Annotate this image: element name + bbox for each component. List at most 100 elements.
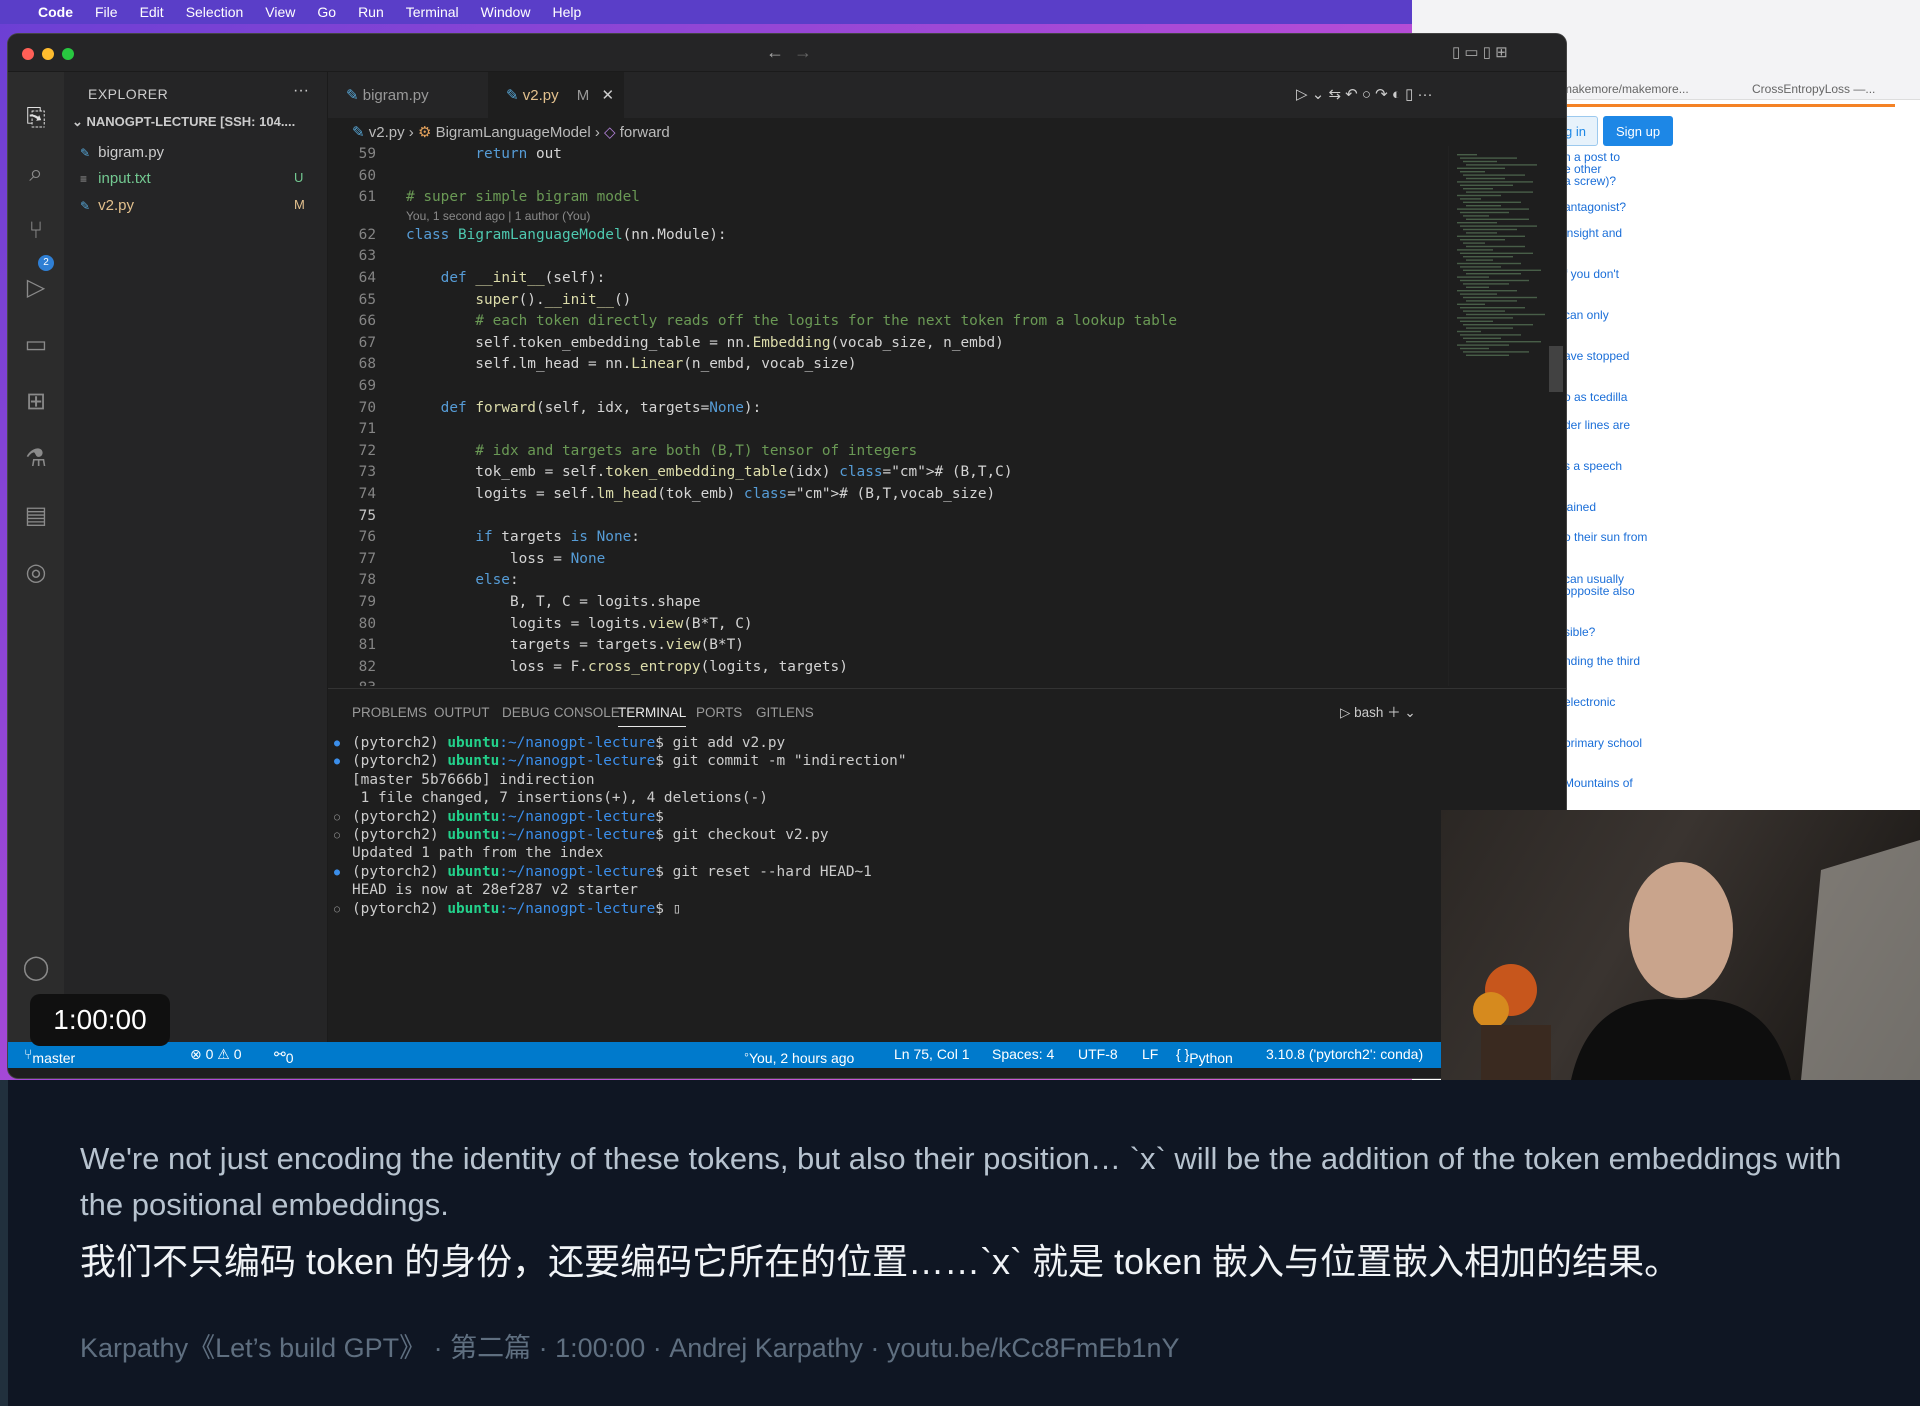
account-icon[interactable]: ◯ xyxy=(20,952,52,984)
code-line[interactable]: loss = F.cross_entropy(logits, targets) xyxy=(406,659,848,675)
panel-tab-output[interactable]: OUTPUT xyxy=(434,705,490,720)
code-line[interactable]: if targets is None: xyxy=(406,529,640,545)
menu-edit[interactable]: Edit xyxy=(140,4,164,20)
question-link[interactable]: antagonist? xyxy=(1564,200,1626,215)
question-link[interactable]: Mountains of xyxy=(1564,776,1633,791)
zoom-window-button[interactable] xyxy=(62,48,74,60)
code-line[interactable]: class BigramLanguageModel(nn.Module): xyxy=(406,227,727,243)
question-link[interactable]: electronic xyxy=(1564,695,1615,710)
indentation[interactable]: Spaces: 4 xyxy=(992,1046,1054,1062)
menu-terminal[interactable]: Terminal xyxy=(406,4,459,20)
panel-tab-terminal[interactable]: TERMINAL xyxy=(618,705,687,727)
branch-indicator[interactable]: ⑂ master xyxy=(24,1046,75,1066)
blame-indicator[interactable]: ◦ You, 2 hours ago xyxy=(744,1046,854,1066)
editor-actions-icons[interactable]: ▷ ⌄ ⇆ ↶ ○ ↷ ◐ ▯ ··· xyxy=(1296,85,1433,103)
question-link[interactable]: der lines are xyxy=(1564,418,1630,433)
browser-tab-crossentropy[interactable]: CrossEntropyLoss —... xyxy=(1752,82,1875,96)
minimize-window-button[interactable] xyxy=(42,48,54,60)
code-line[interactable]: logits = logits.view(B*T, C) xyxy=(406,616,753,632)
panel-tab-gitlens[interactable]: GITLENS xyxy=(756,705,814,720)
command-status-icon[interactable]: ○ xyxy=(334,904,340,915)
browser-tab-makemore[interactable]: makemore/makemore... xyxy=(1562,82,1689,96)
code-line[interactable]: tok_emb = self.token_embedding_table(idx… xyxy=(406,464,1012,480)
terminal-output[interactable]: ● (pytorch2) ubuntu:~/nanogpt-lecture$ gi… xyxy=(334,735,907,919)
layout-toggle-icons[interactable]: ▯ ▭ ▯ ⊞ xyxy=(1452,43,1508,61)
menu-file[interactable]: File xyxy=(95,4,118,20)
extensions-icon[interactable]: ⊞ xyxy=(20,386,52,418)
command-status-icon[interactable]: ● xyxy=(334,867,340,878)
search-icon[interactable]: ⌕ xyxy=(20,158,52,190)
breadcrumb-file[interactable]: v2.py xyxy=(369,124,405,141)
tab-v2-py[interactable]: ✎ v2.py M ✕ xyxy=(488,72,624,118)
run-debug-icon[interactable]: ▷ xyxy=(20,272,52,304)
cursor-position[interactable]: Ln 75, Col 1 xyxy=(894,1046,970,1062)
workspace-root[interactable]: ⌄ NANOGPT-LECTURE [SSH: 104.... xyxy=(72,114,295,130)
command-status-icon[interactable]: ○ xyxy=(334,830,340,841)
testing-icon[interactable]: ⚗ xyxy=(20,443,52,475)
notebook-icon[interactable]: ▤ xyxy=(20,500,52,532)
code-line[interactable]: # each token directly reads off the logi… xyxy=(406,313,1177,329)
question-link[interactable]: s a speech xyxy=(1564,459,1622,474)
command-status-icon[interactable]: ● xyxy=(334,756,340,767)
code-line[interactable]: # idx and targets are both (B,T) tensor … xyxy=(406,443,917,459)
question-link[interactable]: nding the third xyxy=(1564,654,1640,669)
breadcrumb-method[interactable]: forward xyxy=(620,124,670,141)
code-line[interactable]: self.lm_head = nn.Linear(n_embd, vocab_s… xyxy=(406,356,856,372)
file-v2-py[interactable]: ✎ v2.py M xyxy=(80,197,305,214)
question-link[interactable]: f you don't xyxy=(1564,267,1619,282)
code-line[interactable]: else: xyxy=(406,572,518,588)
menu-window[interactable]: Window xyxy=(481,4,531,20)
menu-view[interactable]: View xyxy=(265,4,295,20)
code-line[interactable]: # super simple bigram model xyxy=(406,189,640,205)
source-control-icon[interactable]: ⑂ xyxy=(20,215,52,247)
tab-bigram-py[interactable]: ✎ bigram.py xyxy=(328,72,488,118)
code-line[interactable]: B, T, C = logits.shape xyxy=(406,594,701,610)
menu-selection[interactable]: Selection xyxy=(186,4,244,20)
gitlens-icon[interactable]: ◎ xyxy=(20,557,52,589)
menu-help[interactable]: Help xyxy=(552,4,581,20)
problems-indicator[interactable]: ⊗ 0 ⚠ 0 xyxy=(190,1046,242,1063)
ports-indicator[interactable]: ⚯ 0 xyxy=(274,1046,294,1066)
file-bigram-py[interactable]: ✎ bigram.py xyxy=(80,144,164,161)
question-link[interactable]: can only xyxy=(1564,308,1609,323)
command-status-icon[interactable]: ● xyxy=(334,738,340,749)
question-link[interactable]: ave stopped xyxy=(1564,349,1629,364)
remote-explorer-icon[interactable]: ▭ xyxy=(20,329,52,361)
code-line[interactable]: self.token_embedding_table = nn.Embeddin… xyxy=(406,335,1004,351)
line-ending[interactable]: LF xyxy=(1142,1046,1158,1062)
more-actions-icon[interactable]: ··· xyxy=(293,82,309,100)
encoding[interactable]: UTF-8 xyxy=(1078,1046,1118,1062)
minimap-slider[interactable] xyxy=(1549,346,1563,392)
panel-tab-problems[interactable]: PROBLEMS xyxy=(352,705,427,720)
close-window-button[interactable] xyxy=(22,48,34,60)
language-mode[interactable]: { } Python xyxy=(1176,1046,1233,1066)
code-line[interactable]: def forward(self, idx, targets=None): xyxy=(406,400,762,416)
back-arrow-icon[interactable]: ← xyxy=(766,42,784,63)
question-link[interactable]: primary school xyxy=(1564,736,1642,751)
menu-app-name[interactable]: Code xyxy=(38,4,73,20)
question-link[interactable]: sible? xyxy=(1564,625,1595,640)
new-terminal-icon[interactable]: ＋ ⌄ xyxy=(1383,705,1416,720)
panel-tab-ports[interactable]: PORTS xyxy=(696,705,742,720)
code-line[interactable]: logits = self.lm_head(tok_emb) class="cm… xyxy=(406,486,995,502)
close-tab-icon[interactable]: ✕ xyxy=(601,87,614,104)
question-link[interactable]: o their sun from xyxy=(1564,530,1647,545)
explorer-icon[interactable]: ⎘ xyxy=(20,102,52,134)
question-link[interactable]: a screw)? xyxy=(1564,174,1616,189)
breadcrumb-class[interactable]: BigramLanguageModel xyxy=(436,124,591,141)
code-line[interactable]: return out xyxy=(406,146,562,162)
panel-tab-debug-console[interactable]: DEBUG CONSOLE xyxy=(502,705,620,720)
menu-go[interactable]: Go xyxy=(317,4,336,20)
code-line[interactable]: def __init__(self): xyxy=(406,270,606,286)
code-line[interactable]: super().__init__() xyxy=(406,292,631,308)
code-line[interactable]: targets = targets.view(B*T) xyxy=(406,637,744,653)
question-link[interactable]: o as tcedilla xyxy=(1564,390,1627,405)
python-interpreter[interactable]: 3.10.8 ('pytorch2': conda) xyxy=(1266,1046,1423,1062)
code-editor[interactable]: 59 return out 60 61 # super simple bigram m… xyxy=(328,146,1448,686)
minimap[interactable] xyxy=(1448,146,1566,686)
signup-button[interactable]: Sign up xyxy=(1603,116,1673,146)
question-link[interactable]: opposite also xyxy=(1564,584,1635,599)
code-line[interactable]: loss = None xyxy=(406,551,605,567)
menu-run[interactable]: Run xyxy=(358,4,384,20)
file-input-txt[interactable]: ≡ input.txt U xyxy=(80,170,303,187)
